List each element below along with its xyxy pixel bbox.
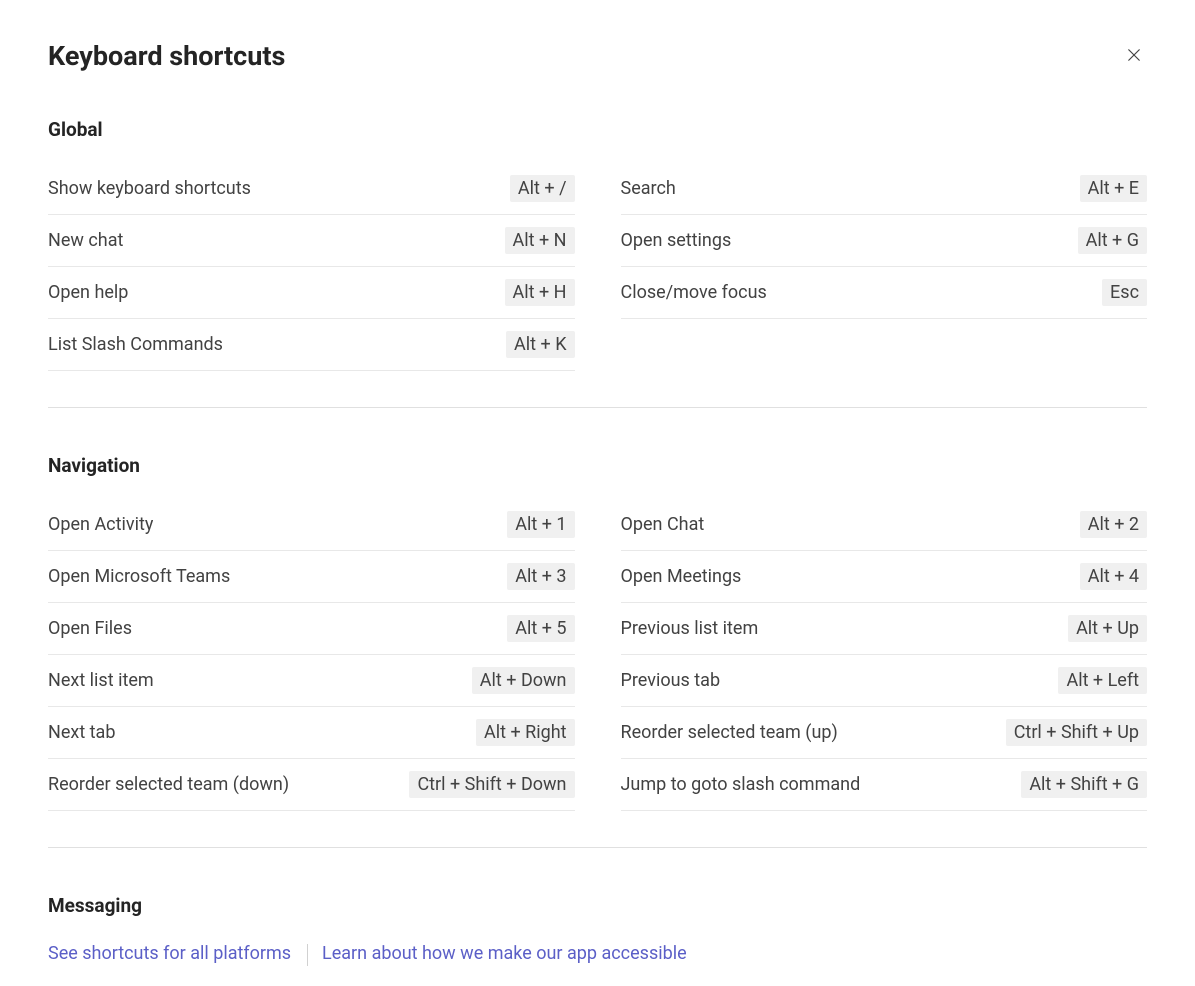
shortcut-key: Alt + Down — [472, 667, 575, 694]
section-columns: Show keyboard shortcuts Alt + / New chat… — [48, 163, 1147, 371]
shortcut-key: Alt + Shift + G — [1021, 771, 1147, 798]
shortcut-label: New chat — [48, 230, 123, 251]
dialog-footer: See shortcuts for all platforms Learn ab… — [0, 925, 1195, 986]
shortcut-label: Open Chat — [621, 514, 705, 535]
shortcut-key: Alt + E — [1080, 175, 1147, 202]
shortcut-row: New chat Alt + N — [48, 215, 575, 267]
shortcut-key: Alt + K — [506, 331, 574, 358]
shortcut-row: Reorder selected team (up) Ctrl + Shift … — [621, 707, 1148, 759]
section-title-navigation: Navigation — [48, 454, 1147, 477]
section-title-global: Global — [48, 118, 1147, 141]
shortcut-label: Previous list item — [621, 618, 759, 639]
shortcut-key: Alt + 2 — [1080, 511, 1147, 538]
shortcut-key: Alt + 4 — [1080, 563, 1147, 590]
shortcut-key: Alt + Right — [476, 719, 575, 746]
column-left: Show keyboard shortcuts Alt + / New chat… — [48, 163, 575, 371]
dialog-header: Keyboard shortcuts — [0, 0, 1195, 72]
shortcut-label: Previous tab — [621, 670, 721, 691]
shortcut-key: Alt + H — [505, 279, 575, 306]
close-button[interactable] — [1121, 42, 1147, 71]
shortcut-label: Open Microsoft Teams — [48, 566, 230, 587]
shortcut-label: Open Meetings — [621, 566, 742, 587]
shortcut-label: Open help — [48, 282, 128, 303]
section-global: Global Show keyboard shortcuts Alt + / N… — [48, 72, 1147, 371]
shortcut-row: Open Meetings Alt + 4 — [621, 551, 1148, 603]
link-all-platforms[interactable]: See shortcuts for all platforms — [48, 943, 291, 964]
shortcut-label: Open settings — [621, 230, 732, 251]
shortcut-label: Open Activity — [48, 514, 153, 535]
shortcut-row: Open Files Alt + 5 — [48, 603, 575, 655]
column-left: Open Activity Alt + 1 Open Microsoft Tea… — [48, 499, 575, 811]
dialog-title: Keyboard shortcuts — [48, 40, 285, 72]
section-navigation: Navigation Open Activity Alt + 1 Open Mi… — [48, 408, 1147, 811]
section-columns: Open Activity Alt + 1 Open Microsoft Tea… — [48, 499, 1147, 811]
link-accessibility[interactable]: Learn about how we make our app accessib… — [322, 943, 687, 964]
footer-divider — [307, 944, 308, 966]
shortcut-row: Show keyboard shortcuts Alt + / — [48, 163, 575, 215]
shortcut-label: Search — [621, 178, 676, 199]
shortcut-row: Close/move focus Esc — [621, 267, 1148, 319]
shortcut-key: Ctrl + Shift + Up — [1006, 719, 1147, 746]
shortcut-row: Open Activity Alt + 1 — [48, 499, 575, 551]
shortcut-key: Alt + 1 — [507, 511, 574, 538]
shortcut-key: Esc — [1102, 279, 1147, 306]
section-messaging: Messaging — [48, 848, 1147, 925]
shortcut-row: Open help Alt + H — [48, 267, 575, 319]
shortcut-row: Open Microsoft Teams Alt + 3 — [48, 551, 575, 603]
shortcut-row: Next list item Alt + Down — [48, 655, 575, 707]
shortcut-key: Alt + Up — [1068, 615, 1147, 642]
keyboard-shortcuts-dialog: Keyboard shortcuts Global Show keyboard … — [0, 0, 1195, 986]
shortcut-label: Close/move focus — [621, 282, 767, 303]
close-icon — [1125, 52, 1143, 67]
shortcut-key: Alt + G — [1078, 227, 1147, 254]
shortcut-label: Next list item — [48, 670, 154, 691]
shortcut-label: Jump to goto slash command — [621, 774, 861, 795]
shortcut-key: Alt + Left — [1058, 667, 1147, 694]
shortcut-label: Reorder selected team (down) — [48, 774, 289, 795]
shortcut-row: Jump to goto slash command Alt + Shift +… — [621, 759, 1148, 811]
dialog-content[interactable]: Global Show keyboard shortcuts Alt + / N… — [0, 72, 1195, 925]
shortcut-row: Reorder selected team (down) Ctrl + Shif… — [48, 759, 575, 811]
shortcut-label: Open Files — [48, 618, 132, 639]
shortcut-row: Search Alt + E — [621, 163, 1148, 215]
shortcut-row: Previous tab Alt + Left — [621, 655, 1148, 707]
shortcut-key: Ctrl + Shift + Down — [409, 771, 574, 798]
shortcut-key: Alt + N — [505, 227, 575, 254]
shortcut-label: Next tab — [48, 722, 115, 743]
shortcut-row: Open Chat Alt + 2 — [621, 499, 1148, 551]
shortcut-row: Previous list item Alt + Up — [621, 603, 1148, 655]
shortcut-label: Reorder selected team (up) — [621, 722, 838, 743]
shortcut-key: Alt + / — [510, 175, 575, 202]
shortcut-key: Alt + 3 — [507, 563, 574, 590]
shortcut-label: List Slash Commands — [48, 334, 223, 355]
shortcut-row: Next tab Alt + Right — [48, 707, 575, 759]
column-right: Search Alt + E Open settings Alt + G Clo… — [621, 163, 1148, 371]
shortcut-row: List Slash Commands Alt + K — [48, 319, 575, 371]
section-title-messaging: Messaging — [48, 894, 1147, 917]
column-right: Open Chat Alt + 2 Open Meetings Alt + 4 … — [621, 499, 1148, 811]
shortcut-label: Show keyboard shortcuts — [48, 178, 251, 199]
shortcut-row: Open settings Alt + G — [621, 215, 1148, 267]
shortcut-key: Alt + 5 — [507, 615, 574, 642]
